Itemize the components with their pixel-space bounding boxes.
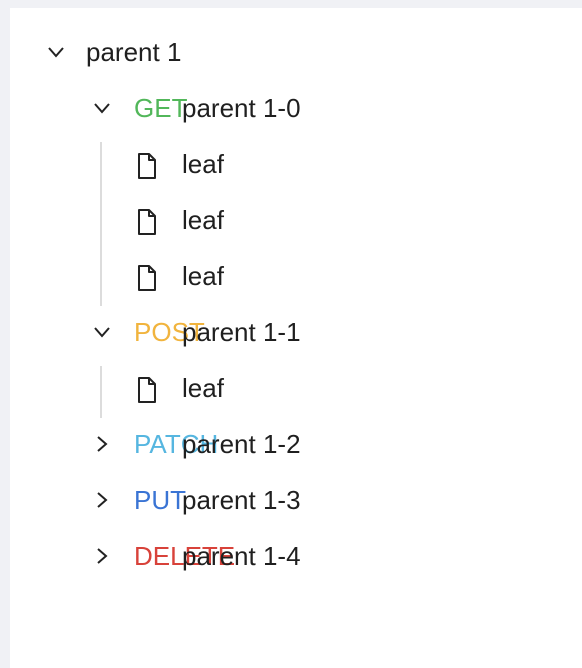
- tree-leaf[interactable]: leaf: [136, 200, 336, 256]
- tree-leaf-label: leaf: [182, 261, 224, 291]
- tree-node-parent-1-1[interactable]: POST parent 1-1: [90, 312, 350, 368]
- tree-indent-guide: [100, 366, 102, 418]
- chevron-down-icon[interactable]: [92, 98, 112, 118]
- tree-leaf[interactable]: leaf: [136, 144, 336, 200]
- tree-node-parent-1-3[interactable]: PUT parent 1-3: [90, 480, 350, 536]
- file-icon: [136, 376, 158, 404]
- tree-node-label: parent 1-3: [182, 485, 301, 515]
- tree-leaf[interactable]: leaf: [136, 368, 336, 424]
- method-badge-put: PUT: [134, 485, 186, 515]
- tree-node-label: parent 1-2: [182, 429, 301, 459]
- tree-leaf-label: leaf: [182, 205, 224, 235]
- tree-node-parent-1-0[interactable]: GET parent 1-0: [90, 88, 350, 144]
- tree-node-label: parent 1: [86, 37, 182, 67]
- tree-leaf-label: leaf: [182, 373, 224, 403]
- chevron-right-icon[interactable]: [92, 546, 112, 566]
- chevron-down-icon[interactable]: [92, 322, 112, 342]
- file-icon: [136, 208, 158, 236]
- file-icon: [136, 264, 158, 292]
- tree-node-parent-1[interactable]: parent 1: [40, 32, 240, 88]
- chevron-right-icon[interactable]: [92, 490, 112, 510]
- tree-indent-guide: [100, 142, 102, 306]
- tree-node-label: parent 1-4: [182, 541, 301, 571]
- tree-node-label: parent 1-0: [182, 93, 301, 123]
- chevron-right-icon[interactable]: [92, 434, 112, 454]
- chevron-down-icon[interactable]: [46, 42, 66, 62]
- file-icon: [136, 152, 158, 180]
- tree-node-parent-1-2[interactable]: PATCH parent 1-2: [90, 424, 350, 480]
- tree-leaf-label: leaf: [182, 149, 224, 179]
- method-badge-get: GET: [134, 93, 188, 123]
- tree-leaf[interactable]: leaf: [136, 256, 336, 312]
- tree-node-parent-1-4[interactable]: DELETE parent 1-4: [90, 536, 350, 592]
- tree-panel: parent 1 GET parent 1-0 leaf leaf leaf P…: [10, 8, 582, 668]
- tree-node-label: parent 1-1: [182, 317, 301, 347]
